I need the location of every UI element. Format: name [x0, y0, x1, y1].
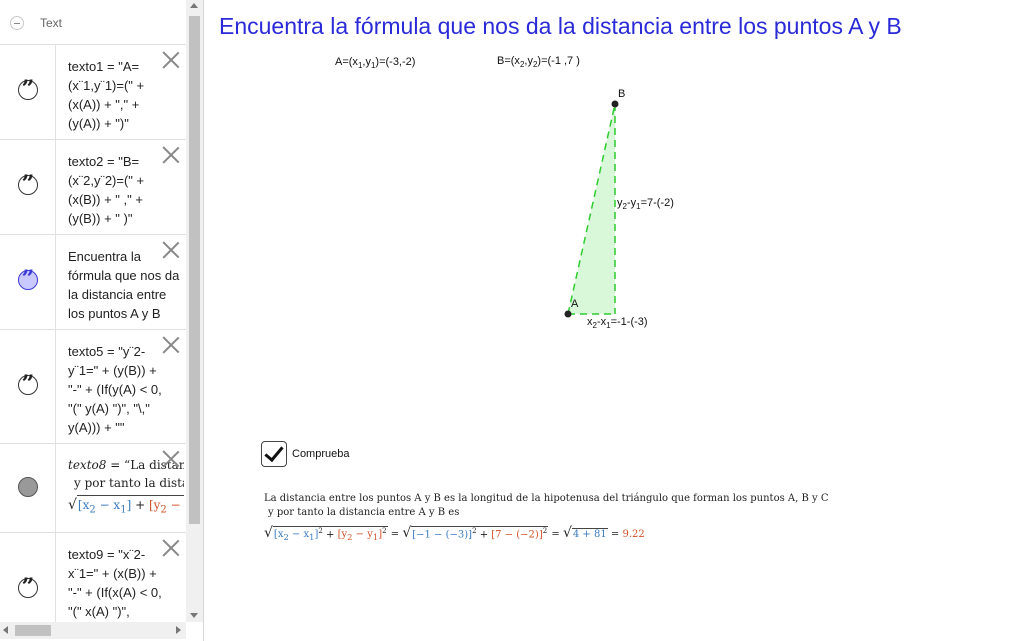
point-b-label: B — [618, 88, 626, 100]
collapse-icon[interactable] — [10, 16, 24, 30]
point-a[interactable] — [564, 310, 572, 318]
row-text[interactable]: texto5 = "y¨2- y¨1=" + (y(B)) + "-" + (I… — [68, 342, 184, 437]
horizontal-scroll-thumb[interactable] — [15, 625, 51, 636]
algebra-row-texto3[interactable]: Encuentra la fórmula que nos da la dista… — [0, 235, 186, 330]
close-icon[interactable] — [162, 241, 180, 259]
horizontal-scrollbar[interactable] — [0, 622, 186, 639]
vertical-scrollbar[interactable] — [186, 0, 203, 622]
marble-cell — [0, 444, 56, 532]
visibility-icon[interactable] — [18, 477, 38, 497]
algebra-header: Text — [0, 0, 186, 45]
text-visibility-icon[interactable] — [18, 267, 38, 291]
algebra-row-texto1[interactable]: texto1 = "A= (x¨1,y¨1)=(" + (x(A)) + ","… — [0, 45, 186, 140]
latex-line2: y por tanto la distan — [74, 476, 184, 490]
text-visibility-icon[interactable] — [18, 372, 38, 396]
graphics-view[interactable]: Encuentra la fórmula que nos da la dista… — [205, 0, 1024, 641]
distance-explanation: La distancia entre los puntos A y B es l… — [264, 492, 828, 520]
distance-text-line1: La distancia entre los puntos A y B es l… — [264, 493, 829, 504]
marble-cell — [0, 533, 56, 622]
close-icon[interactable] — [162, 450, 180, 468]
scroll-right-icon[interactable] — [176, 626, 181, 634]
label-dy: y2-y1=7-(-2) — [617, 197, 674, 212]
algebra-header-label: Text — [40, 16, 63, 30]
checkbox-label[interactable]: Comprueba — [292, 448, 349, 460]
latex-formula-preview: √[x2 − x1] + [y2 − y — [68, 495, 184, 519]
algebra-row-texto8[interactable]: texto8 = “La distan y por tanto la dista… — [0, 444, 186, 533]
close-icon[interactable] — [162, 539, 180, 557]
distance-text-line2: y por tanto la distancia entre A y B es — [268, 507, 460, 518]
distance-result: 9.22 — [622, 529, 645, 540]
scroll-up-icon[interactable] — [190, 3, 198, 8]
comprueba-checkbox[interactable] — [261, 441, 287, 467]
marble-cell — [0, 330, 56, 443]
marble-cell — [0, 235, 56, 329]
label-dx: x2-x1=-1-(-3) — [587, 316, 648, 331]
scroll-down-icon[interactable] — [190, 613, 198, 618]
algebra-row-texto2[interactable]: texto2 = "B= (x¨2,y¨2)=(" + (x(B)) + " ,… — [0, 140, 186, 235]
point-a-label: A — [571, 298, 579, 310]
vertical-scroll-thumb[interactable] — [189, 16, 200, 524]
marble-cell — [0, 45, 56, 139]
marble-cell — [0, 140, 56, 234]
distance-formula: √[x2 − x1]2 + [y2 − y1]2 = √[−1 − (−3)]2… — [264, 525, 645, 542]
algebra-view: Text texto1 = "A= (x¨1,y¨1)=(" + (x(A)) … — [0, 0, 204, 641]
algebra-rows: texto1 = "A= (x¨1,y¨1)=(" + (x(A)) + ","… — [0, 45, 186, 622]
algebra-row-texto5[interactable]: texto5 = "y¨2- y¨1=" + (y(B)) + "-" + (I… — [0, 330, 186, 444]
close-icon[interactable] — [162, 146, 180, 164]
close-icon[interactable] — [162, 51, 180, 69]
latex-name: texto8 — [68, 458, 107, 472]
text-visibility-icon[interactable] — [18, 77, 38, 101]
close-icon[interactable] — [162, 336, 180, 354]
scroll-left-icon[interactable] — [3, 626, 8, 634]
text-visibility-icon[interactable] — [18, 172, 38, 196]
point-b[interactable] — [611, 100, 619, 108]
algebra-row-texto9[interactable]: texto9 = "x¨2- x¨1=" + (x(B)) + "-" + (I… — [0, 533, 186, 622]
text-visibility-icon[interactable] — [18, 575, 38, 599]
